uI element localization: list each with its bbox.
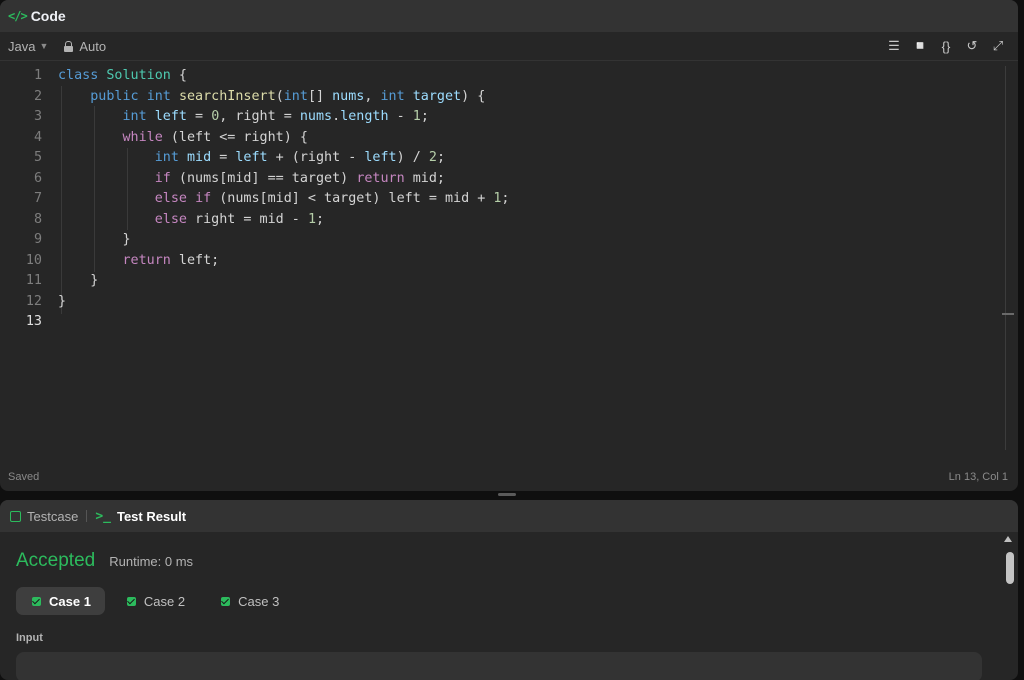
cursor-position: Ln 13, Col 1 — [948, 471, 1008, 483]
line-source: public int searchInsert(int[] nums, int … — [90, 88, 486, 104]
resize-handle[interactable] — [498, 493, 516, 496]
line-number: 6 — [33, 170, 42, 186]
check-icon — [126, 596, 136, 606]
line-number: 4 — [33, 129, 42, 145]
line-number: 9 — [33, 232, 42, 247]
editor-toolbar: Java ▼ Auto ☰ ◽ {} ↺ ⤢ — [0, 32, 1018, 61]
result-tabs: Testcase >_ Test Result — [0, 500, 1018, 532]
bookmark-icon[interactable]: ◽ — [912, 38, 928, 54]
code-line[interactable]: 4 while (left <= right) { — [0, 128, 1018, 149]
line-source: } — [58, 232, 131, 247]
input-value-box — [16, 652, 982, 680]
case-tab-label: Case 2 — [143, 593, 186, 609]
case-tab-2[interactable]: Case 2 — [111, 587, 199, 615]
auto-mode-label: Auto — [79, 38, 107, 54]
reset-icon[interactable]: ↺ — [964, 38, 980, 54]
tab-test-result-label: Test Result — [116, 508, 187, 524]
code-line[interactable]: 9 } — [0, 230, 1018, 251]
line-source: if (nums[mid] == target) return mid; — [154, 170, 445, 186]
code-line[interactable]: 6 if (nums[mid] == target) return mid; — [0, 169, 1018, 190]
terminal-icon: >_ — [95, 508, 111, 524]
line-number: 10 — [25, 252, 42, 268]
code-panel: </> Code Java ▼ Auto ☰ ◽ {} ↺ ⤢ 1 class S… — [0, 0, 1018, 491]
line-number: 2 — [33, 88, 42, 104]
line-source: while (left <= right) { — [122, 129, 308, 145]
case-tab-label: Case 3 — [238, 593, 280, 609]
line-source: class Solution { — [58, 68, 187, 83]
code-line[interactable]: 12} — [0, 292, 1018, 313]
line-source: int mid = left + (right - left) / 2; — [154, 150, 445, 165]
code-line[interactable]: 10 return left; — [0, 251, 1018, 272]
code-icon: </> — [8, 9, 28, 23]
line-number: 11 — [25, 273, 42, 288]
language-label: Java — [8, 38, 36, 54]
line-number: 3 — [33, 109, 42, 124]
scroll-up-icon[interactable] — [1004, 536, 1012, 542]
line-number: 8 — [33, 211, 42, 227]
line-source: else right = mid - 1; — [154, 211, 325, 227]
line-number: 1 — [33, 68, 42, 83]
code-lines: 1 class Solution { 2 public int searchInse… — [0, 66, 1018, 333]
case-tab-3[interactable]: Case 3 — [205, 587, 293, 615]
line-source: } — [58, 293, 67, 309]
line-source: int left = 0, right = nums.length - 1; — [122, 109, 429, 124]
braces-icon[interactable]: {} — [938, 39, 954, 54]
verdict-label: Accepted — [16, 550, 96, 571]
format-icon[interactable]: ☰ — [886, 38, 902, 54]
check-icon — [32, 596, 41, 606]
editor-actions: ☰ ◽ {} ↺ ⤢ — [886, 32, 1006, 60]
checkbox-icon — [10, 510, 21, 522]
line-number: 5 — [33, 150, 42, 165]
save-status: Saved — [8, 471, 40, 483]
code-panel-title: Code — [30, 8, 66, 24]
check-icon — [221, 596, 231, 606]
line-number: 13 — [25, 314, 42, 329]
tab-testcase[interactable]: Testcase — [10, 509, 78, 524]
code-line[interactable]: 1 class Solution { — [0, 66, 1018, 87]
line-source: return left; — [122, 252, 220, 268]
editor-status-bar: Saved Ln 13, Col 1 — [8, 471, 1008, 483]
tab-test-result[interactable]: >_ Test Result — [95, 509, 186, 524]
code-panel-header: </> Code — [0, 0, 1018, 32]
language-selector[interactable]: Java ▼ — [8, 39, 48, 54]
line-source: } — [58, 273, 99, 288]
result-summary: Accepted Runtime: 0 ms — [16, 550, 193, 572]
lock-icon — [64, 41, 74, 52]
code-line[interactable]: 11 } — [0, 271, 1018, 292]
line-number: 7 — [33, 191, 42, 206]
line-source: else if (nums[mid] < target) left = mid … — [154, 191, 510, 206]
code-line[interactable]: 8 else right = mid - 1; — [0, 210, 1018, 231]
tab-testcase-label: Testcase — [27, 508, 79, 524]
input-label: Input — [16, 632, 43, 644]
scrollbar-marker — [1002, 313, 1014, 315]
auto-mode[interactable]: Auto — [64, 39, 106, 54]
result-scrollbar-thumb[interactable] — [1006, 552, 1014, 584]
tab-divider — [86, 510, 88, 522]
case-tab-1[interactable]: Case 1 — [16, 587, 105, 615]
result-panel: Testcase >_ Test Result Accepted Runtime… — [0, 500, 1018, 680]
line-number: 12 — [25, 293, 42, 309]
code-line[interactable]: 13 — [0, 312, 1018, 333]
chevron-down-icon: ▼ — [39, 41, 49, 51]
code-line[interactable]: 3 int left = 0, right = nums.length - 1; — [0, 107, 1018, 128]
expand-icon[interactable]: ⤢ — [990, 38, 1006, 54]
code-editor[interactable]: 1 class Solution { 2 public int searchInse… — [0, 66, 1018, 456]
case-tab-label: Case 1 — [49, 593, 91, 609]
runtime-label: Runtime: 0 ms — [109, 554, 194, 569]
code-line[interactable]: 2 public int searchInsert(int[] nums, in… — [0, 87, 1018, 108]
code-line[interactable]: 7 else if (nums[mid] < target) left = mi… — [0, 189, 1018, 210]
code-line[interactable]: 5 int mid = left + (right - left) / 2; — [0, 148, 1018, 169]
editor-scrollbar[interactable] — [1005, 66, 1006, 450]
case-tabs: Case 1 Case 2 Case 3 — [16, 587, 293, 615]
